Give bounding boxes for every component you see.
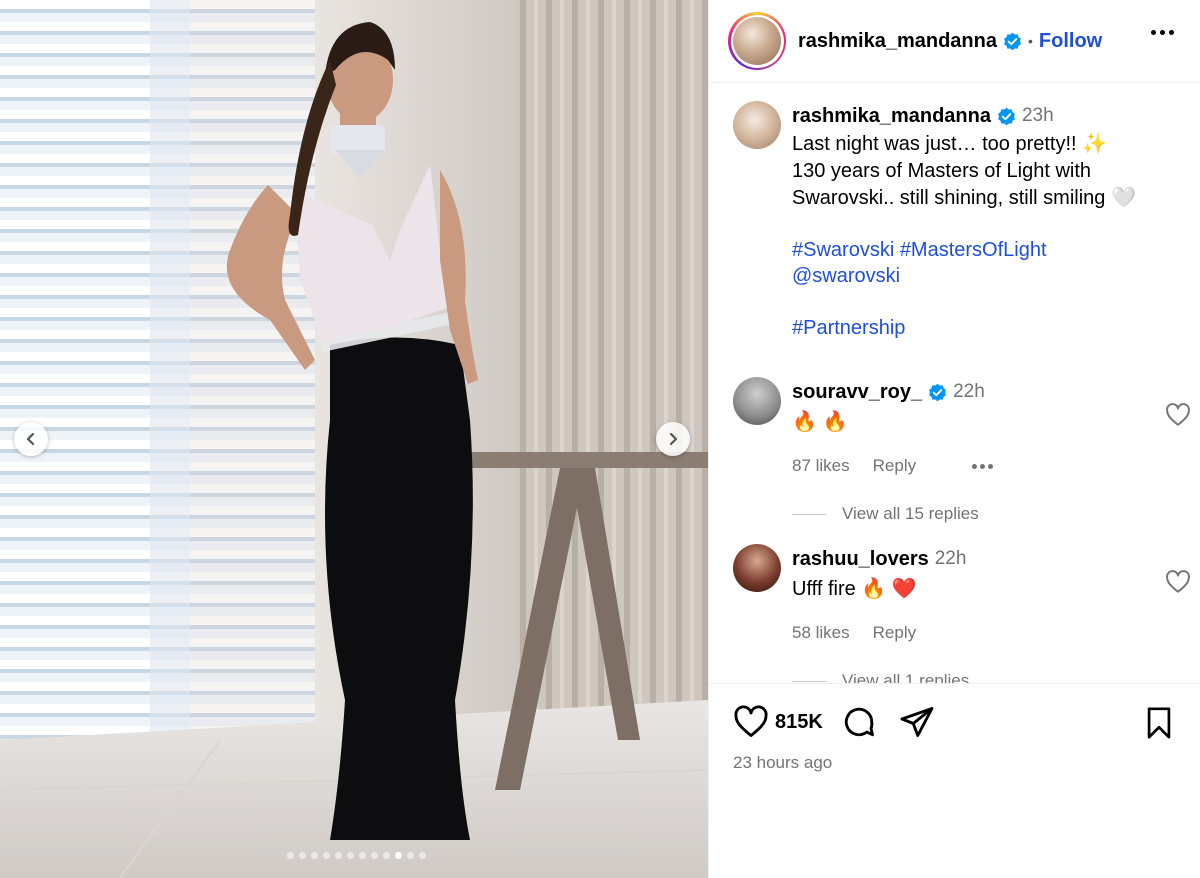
verified-badge-icon: [1004, 32, 1021, 50]
carousel-dot[interactable]: [358, 852, 366, 859]
verified-badge-icon: [998, 107, 1015, 125]
author-username[interactable]: rashmika_mandanna: [798, 30, 997, 53]
reply-button[interactable]: Reply: [873, 623, 916, 643]
carousel-dot[interactable]: [418, 852, 426, 859]
more-horizontal-icon: [1151, 30, 1156, 35]
bookmark-icon[interactable]: [1144, 706, 1174, 740]
likes-count[interactable]: 815K: [775, 711, 823, 734]
carousel-dot[interactable]: [298, 852, 306, 859]
comment-username[interactable]: rashuu_lovers: [792, 548, 929, 571]
post-photo: [0, 0, 708, 878]
carousel-dot[interactable]: [310, 852, 318, 859]
view-replies-button[interactable]: View all 15 replies: [792, 504, 1183, 524]
caption-line: 130 years of Masters of Light with: [792, 160, 1092, 182]
carousel-dot[interactable]: [406, 852, 414, 859]
carousel-dot[interactable]: [370, 852, 378, 859]
comment-options-button[interactable]: [972, 463, 994, 469]
share-send-icon[interactable]: [899, 704, 935, 740]
caption-line: Swarovski.. still shining, still smiling…: [792, 187, 1136, 209]
avatar[interactable]: [733, 101, 781, 149]
carousel-dot[interactable]: [286, 852, 294, 859]
carousel-dot[interactable]: [382, 852, 390, 859]
story-ring[interactable]: [728, 12, 786, 70]
hashtag-link[interactable]: #Swarovski #MastersOfLight: [792, 237, 1183, 263]
comment-text: 🔥 🔥: [792, 411, 848, 433]
comment-time[interactable]: 22h: [953, 381, 985, 403]
comment-username[interactable]: souravv_roy_: [792, 381, 922, 404]
post-timestamp: 23 hours ago: [733, 753, 833, 772]
caption-username[interactable]: rashmika_mandanna: [792, 105, 991, 128]
follow-button[interactable]: Follow: [1039, 30, 1102, 53]
comment-time[interactable]: 22h: [935, 548, 967, 570]
like-heart-icon[interactable]: [733, 705, 769, 739]
avatar[interactable]: [733, 544, 781, 592]
more-options-button[interactable]: [1151, 30, 1174, 35]
reply-button[interactable]: Reply: [873, 456, 916, 476]
heart-outline-icon[interactable]: [1165, 570, 1191, 594]
carousel-dot[interactable]: [322, 852, 330, 859]
comments-area[interactable]: rashmika_mandanna 23h Last night was jus…: [709, 84, 1200, 683]
carousel-indicator: [0, 852, 708, 859]
carousel-prev-button[interactable]: [14, 422, 48, 456]
post-image: [0, 0, 708, 878]
caption-time[interactable]: 23h: [1022, 105, 1054, 127]
post-header: rashmika_mandanna • Follow: [709, 0, 1200, 83]
comment-item: rashuu_lovers 22h Ufff fire 🔥 ❤️ 58 like…: [733, 544, 1190, 683]
chevron-left-icon: [26, 432, 35, 446]
carousel-dot[interactable]: [334, 852, 342, 859]
comment-icon[interactable]: [841, 704, 877, 740]
carousel-dot[interactable]: [346, 852, 354, 859]
comment-item: souravv_roy_ 22h 🔥 🔥 87 likes Reply View…: [733, 377, 1190, 524]
heart-outline-icon[interactable]: [1165, 403, 1191, 427]
comment-text: Ufff fire 🔥 ❤️: [792, 578, 917, 600]
avatar: [733, 17, 781, 65]
chevron-right-icon: [669, 432, 678, 446]
caption: rashmika_mandanna 23h Last night was jus…: [733, 101, 1183, 341]
view-replies-label: View all 15 replies: [842, 504, 979, 523]
partnership-hashtag-link[interactable]: #Partnership: [792, 315, 1183, 341]
avatar[interactable]: [733, 377, 781, 425]
separator: •: [1027, 33, 1033, 49]
post-actions: 815K 23 hours ago: [709, 683, 1200, 878]
view-replies-button[interactable]: View all 1 replies: [792, 671, 1183, 683]
carousel-next-button[interactable]: [656, 422, 690, 456]
verified-badge-icon: [929, 383, 946, 401]
comment-likes[interactable]: 87 likes: [792, 456, 850, 476]
comment-likes[interactable]: 58 likes: [792, 623, 850, 643]
post-sidebar: rashmika_mandanna • Follow rashmika_mand…: [708, 0, 1200, 878]
view-replies-label: View all 1 replies: [842, 671, 970, 683]
mention-link[interactable]: @swarovski: [792, 263, 1183, 289]
carousel-dot[interactable]: [394, 852, 402, 859]
caption-line: Last night was just… too pretty!! ✨: [792, 133, 1108, 155]
